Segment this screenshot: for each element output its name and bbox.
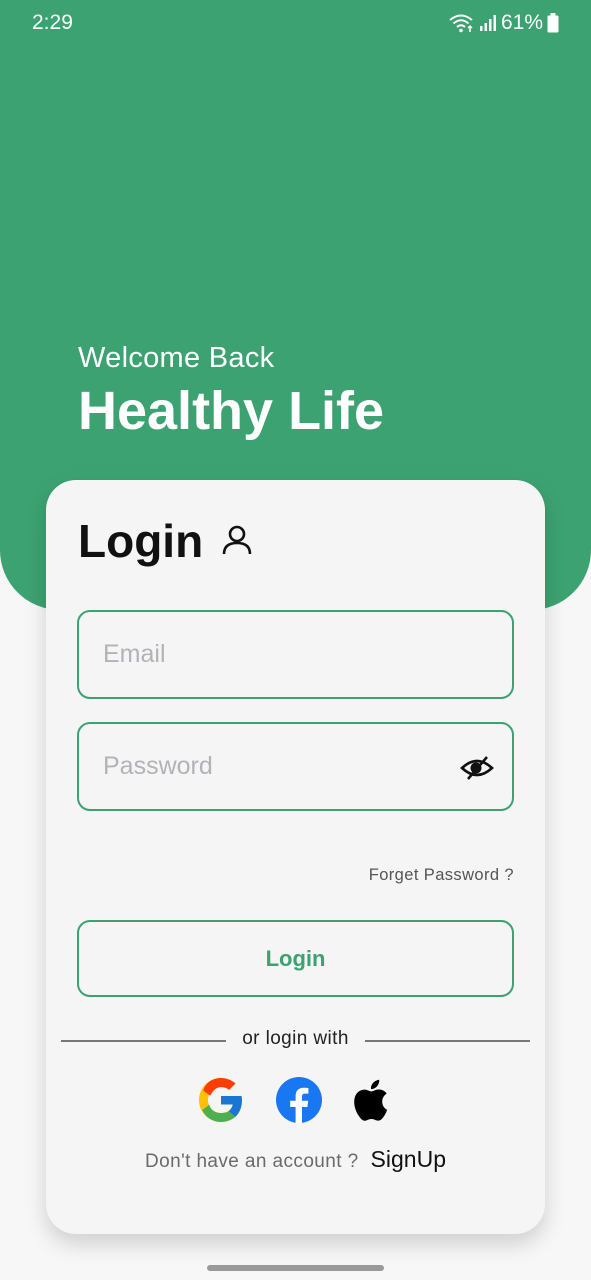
login-card: Login Forget Password ? Login or login w… <box>46 480 545 1234</box>
apple-icon[interactable] <box>349 1076 397 1124</box>
welcome-text: Welcome Back <box>78 342 275 374</box>
battery-percent: 61% <box>500 11 543 34</box>
status-bar: 2:29 61% <box>0 0 591 46</box>
email-input[interactable] <box>103 612 443 697</box>
signup-question: Don't have an account ? <box>145 1151 359 1172</box>
or-divider: or login with <box>61 1028 530 1052</box>
google-icon[interactable] <box>197 1076 245 1124</box>
forgot-password-link[interactable]: Forget Password ? <box>369 866 514 885</box>
eye-slash-icon[interactable] <box>460 754 494 782</box>
password-input[interactable] <box>103 724 443 809</box>
divider-line-right <box>365 1040 530 1042</box>
login-title: Login <box>78 515 204 567</box>
signal-icon <box>479 15 496 31</box>
status-icons: 61% <box>449 11 559 35</box>
battery-icon <box>547 13 559 33</box>
signup-row: Don't have an account ? SignUp <box>46 1146 545 1173</box>
login-screen: 2:29 61% Welcome Back Healthy Life Login… <box>0 0 591 1280</box>
login-button[interactable]: Login <box>77 920 514 997</box>
divider-text: or login with <box>242 1028 349 1049</box>
wifi-icon <box>449 14 473 33</box>
home-indicator[interactable] <box>207 1265 384 1271</box>
signup-link[interactable]: SignUp <box>371 1146 446 1172</box>
password-field-box <box>77 722 514 811</box>
status-time: 2:29 <box>32 11 73 34</box>
facebook-icon[interactable] <box>275 1076 323 1124</box>
email-field-box <box>77 610 514 699</box>
app-name: Healthy Life <box>78 381 385 441</box>
user-icon <box>222 525 252 555</box>
